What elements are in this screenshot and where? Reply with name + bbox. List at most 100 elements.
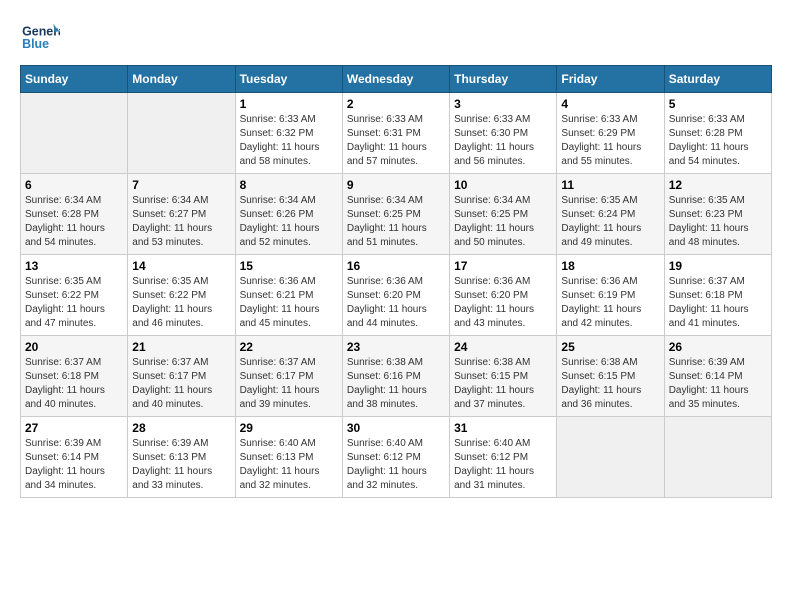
calendar-cell: 7 Sunrise: 6:34 AMSunset: 6:27 PMDaylight… [128,174,235,255]
calendar-cell [128,93,235,174]
day-info: Sunrise: 6:34 AMSunset: 6:27 PMDaylight:… [132,194,230,250]
calendar-cell: 6Sunrise: 6:34 AMSunset: 6:28 PMDaylight… [21,174,128,255]
calendar-cell: 15 Sunrise: 6:36 AMSunset: 6:21 PMDayligh… [235,255,342,336]
day-info: Sunrise: 6:37 AMSunset: 6:17 PMDaylight:… [132,356,230,412]
day-info: Sunrise: 6:34 AMSunset: 6:26 PMDaylight:… [240,194,338,250]
day-number: 6 [25,178,123,192]
calendar-cell: 31 Sunrise: 6:40 AMSunset: 6:12 PMDayligh… [450,417,557,498]
day-info: Sunrise: 6:36 AMSunset: 6:20 PMDaylight:… [454,275,552,331]
calendar-cell [557,417,664,498]
day-number: 7 [132,178,230,192]
calendar-cell [664,417,771,498]
day-info: Sunrise: 6:38 AMSunset: 6:16 PMDaylight:… [347,356,445,412]
day-number: 31 [454,421,552,435]
day-number: 1 [240,97,338,111]
day-info: Sunrise: 6:37 AMSunset: 6:17 PMDaylight:… [240,356,338,412]
calendar-cell: 21 Sunrise: 6:37 AMSunset: 6:17 PMDayligh… [128,336,235,417]
day-info: Sunrise: 6:36 AMSunset: 6:19 PMDaylight:… [561,275,659,331]
day-info: Sunrise: 6:35 AMSunset: 6:24 PMDaylight:… [561,194,659,250]
day-number: 29 [240,421,338,435]
calendar-cell: 4 Sunrise: 6:33 AMSunset: 6:29 PMDaylight… [557,93,664,174]
day-number: 23 [347,340,445,354]
calendar-cell: 22 Sunrise: 6:37 AMSunset: 6:17 PMDayligh… [235,336,342,417]
day-number: 25 [561,340,659,354]
day-number: 12 [669,178,767,192]
calendar-header-row: SundayMondayTuesdayWednesdayThursdayFrid… [21,66,772,93]
day-info: Sunrise: 6:36 AMSunset: 6:20 PMDaylight:… [347,275,445,331]
day-number: 22 [240,340,338,354]
day-info: Sunrise: 6:35 AMSunset: 6:22 PMDaylight:… [132,275,230,331]
day-number: 2 [347,97,445,111]
day-number: 19 [669,259,767,273]
day-info: Sunrise: 6:35 AMSunset: 6:23 PMDaylight:… [669,194,767,250]
logo-icon: General Blue [20,20,60,55]
day-info: Sunrise: 6:39 AMSunset: 6:14 PMDaylight:… [25,437,123,493]
day-number: 21 [132,340,230,354]
calendar-cell: 27Sunrise: 6:39 AMSunset: 6:14 PMDayligh… [21,417,128,498]
calendar-cell: 10Sunrise: 6:34 AMSunset: 6:25 PMDayligh… [450,174,557,255]
day-number: 20 [25,340,123,354]
day-number: 5 [669,97,767,111]
calendar-week-2: 6Sunrise: 6:34 AMSunset: 6:28 PMDaylight… [21,174,772,255]
day-number: 9 [347,178,445,192]
calendar-cell: 30Sunrise: 6:40 AMSunset: 6:12 PMDayligh… [342,417,449,498]
calendar-week-4: 20 Sunrise: 6:37 AMSunset: 6:18 PMDayligh… [21,336,772,417]
day-info: Sunrise: 6:33 AMSunset: 6:29 PMDaylight:… [561,113,659,169]
calendar-cell: 12 Sunrise: 6:35 AMSunset: 6:23 PMDayligh… [664,174,771,255]
day-number: 26 [669,340,767,354]
day-info: Sunrise: 6:34 AMSunset: 6:25 PMDaylight:… [454,194,552,250]
logo: General Blue [20,20,64,55]
weekday-header-sunday: Sunday [21,66,128,93]
calendar-cell: 11 Sunrise: 6:35 AMSunset: 6:24 PMDayligh… [557,174,664,255]
day-number: 3 [454,97,552,111]
day-info: Sunrise: 6:40 AMSunset: 6:12 PMDaylight:… [454,437,552,493]
weekday-header-friday: Friday [557,66,664,93]
calendar-cell: 2 Sunrise: 6:33 AMSunset: 6:31 PMDaylight… [342,93,449,174]
calendar-cell: 20 Sunrise: 6:37 AMSunset: 6:18 PMDayligh… [21,336,128,417]
weekday-header-thursday: Thursday [450,66,557,93]
day-info: Sunrise: 6:33 AMSunset: 6:32 PMDaylight:… [240,113,338,169]
day-info: Sunrise: 6:34 AMSunset: 6:25 PMDaylight:… [347,194,445,250]
calendar-cell: 3 Sunrise: 6:33 AMSunset: 6:30 PMDaylight… [450,93,557,174]
calendar-cell: 9 Sunrise: 6:34 AMSunset: 6:25 PMDaylight… [342,174,449,255]
page-header: General Blue [20,20,772,55]
calendar-cell: 24Sunrise: 6:38 AMSunset: 6:15 PMDayligh… [450,336,557,417]
calendar-cell: 25 Sunrise: 6:38 AMSunset: 6:15 PMDayligh… [557,336,664,417]
weekday-header-monday: Monday [128,66,235,93]
day-info: Sunrise: 6:36 AMSunset: 6:21 PMDaylight:… [240,275,338,331]
day-info: Sunrise: 6:38 AMSunset: 6:15 PMDaylight:… [561,356,659,412]
calendar-cell: 1 Sunrise: 6:33 AMSunset: 6:32 PMDaylight… [235,93,342,174]
calendar-week-1: 1 Sunrise: 6:33 AMSunset: 6:32 PMDaylight… [21,93,772,174]
day-info: Sunrise: 6:40 AMSunset: 6:13 PMDaylight:… [240,437,338,493]
calendar-cell: 19Sunrise: 6:37 AMSunset: 6:18 PMDayligh… [664,255,771,336]
calendar-cell: 16Sunrise: 6:36 AMSunset: 6:20 PMDayligh… [342,255,449,336]
weekday-header-wednesday: Wednesday [342,66,449,93]
day-number: 14 [132,259,230,273]
day-info: Sunrise: 6:33 AMSunset: 6:30 PMDaylight:… [454,113,552,169]
calendar-cell: 29 Sunrise: 6:40 AMSunset: 6:13 PMDayligh… [235,417,342,498]
calendar-cell: 5 Sunrise: 6:33 AMSunset: 6:28 PMDaylight… [664,93,771,174]
calendar-cell: 13Sunrise: 6:35 AMSunset: 6:22 PMDayligh… [21,255,128,336]
calendar-cell [21,93,128,174]
day-info: Sunrise: 6:37 AMSunset: 6:18 PMDaylight:… [25,356,123,412]
calendar-cell: 23 Sunrise: 6:38 AMSunset: 6:16 PMDayligh… [342,336,449,417]
weekday-header-saturday: Saturday [664,66,771,93]
day-number: 4 [561,97,659,111]
day-info: Sunrise: 6:33 AMSunset: 6:28 PMDaylight:… [669,113,767,169]
day-info: Sunrise: 6:39 AMSunset: 6:13 PMDaylight:… [132,437,230,493]
calendar-cell: 8Sunrise: 6:34 AMSunset: 6:26 PMDaylight… [235,174,342,255]
calendar-cell: 26 Sunrise: 6:39 AMSunset: 6:14 PMDayligh… [664,336,771,417]
day-number: 17 [454,259,552,273]
calendar-cell: 28 Sunrise: 6:39 AMSunset: 6:13 PMDayligh… [128,417,235,498]
calendar-cell: 14 Sunrise: 6:35 AMSunset: 6:22 PMDayligh… [128,255,235,336]
day-number: 18 [561,259,659,273]
day-number: 11 [561,178,659,192]
calendar-cell: 17 Sunrise: 6:36 AMSunset: 6:20 PMDayligh… [450,255,557,336]
day-number: 28 [132,421,230,435]
day-number: 30 [347,421,445,435]
calendar-week-3: 13Sunrise: 6:35 AMSunset: 6:22 PMDayligh… [21,255,772,336]
day-number: 15 [240,259,338,273]
day-info: Sunrise: 6:39 AMSunset: 6:14 PMDaylight:… [669,356,767,412]
day-info: Sunrise: 6:33 AMSunset: 6:31 PMDaylight:… [347,113,445,169]
weekday-header-tuesday: Tuesday [235,66,342,93]
